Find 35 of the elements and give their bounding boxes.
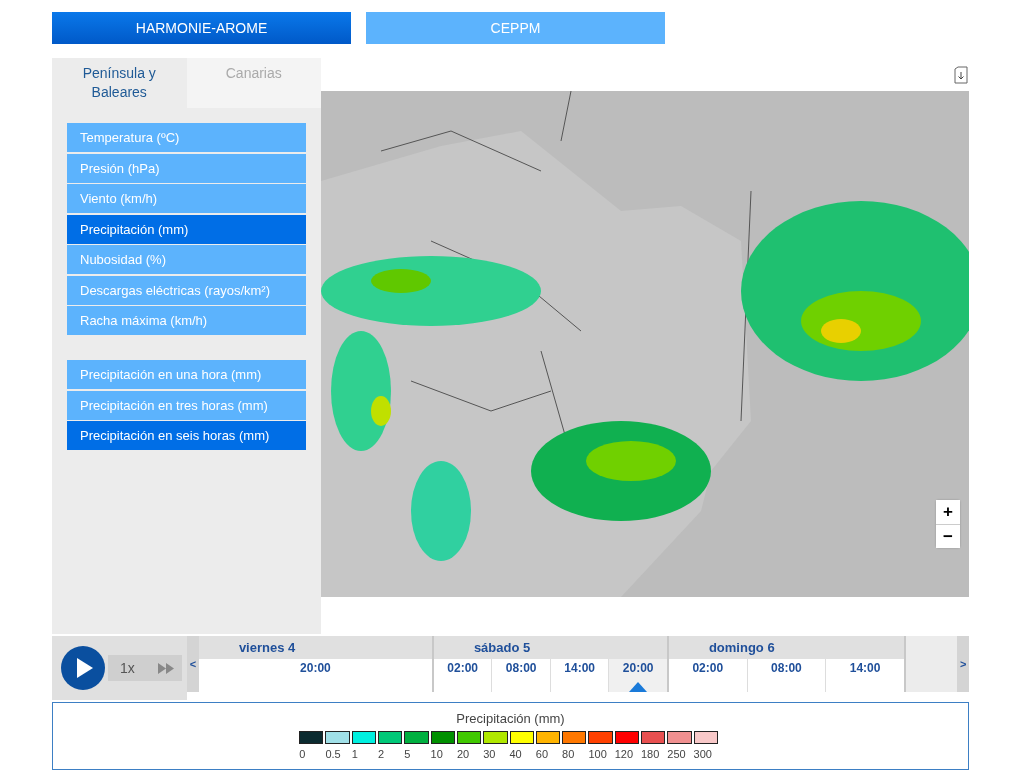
- legend-label: 2: [378, 748, 385, 760]
- zoom-out-button[interactable]: −: [936, 524, 960, 548]
- legend-label: 120: [614, 748, 634, 760]
- variable-menu-item[interactable]: Precipitación en seis horas (mm): [67, 421, 306, 450]
- legend-label: 40: [509, 748, 522, 760]
- download-icon[interactable]: [954, 65, 968, 84]
- legend-label: 80: [562, 748, 575, 760]
- legend-label: 180: [641, 748, 660, 760]
- legend-label: 60: [535, 748, 549, 760]
- variable-menu-item[interactable]: Precipitación (mm): [67, 214, 306, 244]
- legend-label: 5: [404, 748, 411, 760]
- legend-label: 30: [483, 748, 496, 760]
- legend-label: 300: [693, 748, 712, 760]
- speed-value: 1x: [120, 660, 135, 676]
- legend-label: 100: [588, 748, 607, 760]
- day-label: domingo 6: [668, 636, 904, 659]
- day-label: sábado 5: [433, 636, 667, 659]
- next-button[interactable]: >: [957, 636, 969, 692]
- legend-label: 0.5: [325, 748, 341, 760]
- timeline-end-panel: [903, 636, 958, 692]
- legend-label: 250: [667, 748, 686, 760]
- time-slot[interactable]: 20:00: [608, 659, 667, 692]
- legend-label: 20: [456, 748, 470, 760]
- play-button[interactable]: [61, 646, 105, 690]
- model-tab[interactable]: HARMONIE-AROME: [52, 12, 351, 44]
- speed-control[interactable]: 1x: [108, 655, 182, 681]
- legend-label: 10: [430, 748, 443, 760]
- day-label: viernes 4: [198, 636, 432, 659]
- zoom-in-button[interactable]: +: [936, 500, 960, 524]
- current-time-marker-icon: [629, 682, 648, 692]
- legend-label: 0: [299, 748, 306, 760]
- previous-button[interactable]: <: [187, 636, 199, 692]
- legend-label: 1: [351, 748, 358, 760]
- fast-forward-icon: [158, 662, 174, 674]
- legend-title: Precipitación (mm): [456, 711, 565, 726]
